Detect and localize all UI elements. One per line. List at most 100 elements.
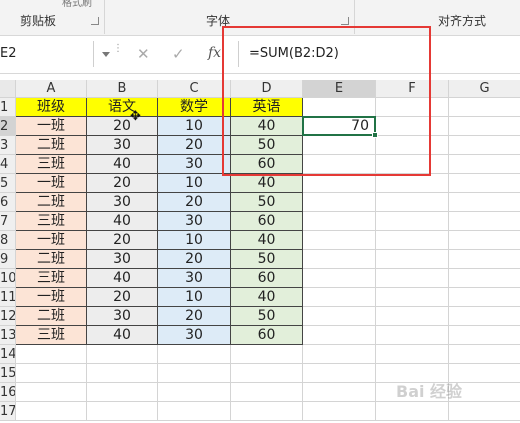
cell-b2[interactable]: 20 bbox=[87, 117, 158, 136]
cell-d10[interactable]: 60 bbox=[231, 269, 303, 288]
cell-d14[interactable] bbox=[231, 345, 303, 364]
cell-b14[interactable] bbox=[87, 345, 158, 364]
cell-g17[interactable] bbox=[449, 402, 520, 421]
row-header-1[interactable]: 1 bbox=[0, 98, 16, 117]
row-header-13[interactable]: 13 bbox=[0, 326, 16, 345]
cell-c8[interactable]: 10 bbox=[158, 231, 231, 250]
cell-g3[interactable] bbox=[449, 136, 520, 155]
cell-c17[interactable] bbox=[158, 402, 231, 421]
cell-a10[interactable]: 三班 bbox=[16, 269, 87, 288]
cell-c13[interactable]: 30 bbox=[158, 326, 231, 345]
cell-f9[interactable] bbox=[376, 250, 449, 269]
cell-a11[interactable]: 一班 bbox=[16, 288, 87, 307]
confirm-icon[interactable]: ✓ bbox=[172, 45, 185, 63]
cell-g11[interactable] bbox=[449, 288, 520, 307]
cell-a16[interactable] bbox=[16, 383, 87, 402]
cell-e15[interactable] bbox=[303, 364, 376, 383]
cell-a14[interactable] bbox=[16, 345, 87, 364]
cell-c15[interactable] bbox=[158, 364, 231, 383]
cell-b7[interactable]: 40 bbox=[87, 212, 158, 231]
column-header-c[interactable]: C bbox=[158, 80, 231, 98]
cell-c9[interactable]: 20 bbox=[158, 250, 231, 269]
cell-a9[interactable]: 二班 bbox=[16, 250, 87, 269]
font-launcher-icon[interactable] bbox=[341, 17, 349, 25]
cell-e9[interactable] bbox=[303, 250, 376, 269]
cell-d5[interactable]: 40 bbox=[231, 174, 303, 193]
row-header-12[interactable]: 12 bbox=[0, 307, 16, 326]
cell-f17[interactable] bbox=[376, 402, 449, 421]
cell-d16[interactable] bbox=[231, 383, 303, 402]
column-header-a[interactable]: A bbox=[16, 80, 87, 98]
cell-b4[interactable]: 40 bbox=[87, 155, 158, 174]
cell-c6[interactable]: 20 bbox=[158, 193, 231, 212]
cell-c5[interactable]: 10 bbox=[158, 174, 231, 193]
cell-e16[interactable] bbox=[303, 383, 376, 402]
cell-d13[interactable]: 60 bbox=[231, 326, 303, 345]
cell-f12[interactable] bbox=[376, 307, 449, 326]
name-box-dropdown-icon[interactable] bbox=[102, 52, 110, 57]
cell-g1[interactable] bbox=[449, 98, 520, 117]
cell-a4[interactable]: 三班 bbox=[16, 155, 87, 174]
cell-e17[interactable] bbox=[303, 402, 376, 421]
cell-c4[interactable]: 30 bbox=[158, 155, 231, 174]
cell-b10[interactable]: 40 bbox=[87, 269, 158, 288]
cell-e13[interactable] bbox=[303, 326, 376, 345]
row-header-16[interactable]: 16 bbox=[0, 383, 16, 402]
cell-g12[interactable] bbox=[449, 307, 520, 326]
name-box[interactable]: E2 bbox=[0, 41, 94, 67]
cell-d12[interactable]: 50 bbox=[231, 307, 303, 326]
row-header-2[interactable]: 2 bbox=[0, 117, 16, 136]
cell-b15[interactable] bbox=[87, 364, 158, 383]
cell-c1[interactable]: 数学 bbox=[158, 98, 231, 117]
select-all-corner[interactable] bbox=[0, 80, 16, 98]
cell-d6[interactable]: 50 bbox=[231, 193, 303, 212]
row-header-4[interactable]: 4 bbox=[0, 155, 16, 174]
row-header-5[interactable]: 5 bbox=[0, 174, 16, 193]
cell-c12[interactable]: 20 bbox=[158, 307, 231, 326]
cell-e11[interactable] bbox=[303, 288, 376, 307]
clipboard-launcher-icon[interactable] bbox=[91, 17, 99, 25]
cell-g2[interactable] bbox=[449, 117, 520, 136]
column-header-g[interactable]: G bbox=[449, 80, 520, 98]
cell-f14[interactable] bbox=[376, 345, 449, 364]
cell-g7[interactable] bbox=[449, 212, 520, 231]
cell-c11[interactable]: 10 bbox=[158, 288, 231, 307]
row-header-11[interactable]: 11 bbox=[0, 288, 16, 307]
cell-g6[interactable] bbox=[449, 193, 520, 212]
cell-b17[interactable] bbox=[87, 402, 158, 421]
cell-a15[interactable] bbox=[16, 364, 87, 383]
format-painter-partial[interactable]: 格式刷 bbox=[54, 0, 94, 9]
cell-f7[interactable] bbox=[376, 212, 449, 231]
row-header-9[interactable]: 9 bbox=[0, 250, 16, 269]
cell-b5[interactable]: 20 bbox=[87, 174, 158, 193]
cell-e10[interactable] bbox=[303, 269, 376, 288]
cell-b11[interactable]: 20 bbox=[87, 288, 158, 307]
cell-b13[interactable]: 40 bbox=[87, 326, 158, 345]
cancel-icon[interactable]: ✕ bbox=[137, 45, 150, 63]
cell-c16[interactable] bbox=[158, 383, 231, 402]
cell-b12[interactable]: 30 bbox=[87, 307, 158, 326]
cell-b16[interactable] bbox=[87, 383, 158, 402]
cell-c7[interactable]: 30 bbox=[158, 212, 231, 231]
row-header-10[interactable]: 10 bbox=[0, 269, 16, 288]
cell-a7[interactable]: 三班 bbox=[16, 212, 87, 231]
cell-b6[interactable]: 30 bbox=[87, 193, 158, 212]
cell-e12[interactable] bbox=[303, 307, 376, 326]
cell-g9[interactable] bbox=[449, 250, 520, 269]
cell-g14[interactable] bbox=[449, 345, 520, 364]
row-header-7[interactable]: 7 bbox=[0, 212, 16, 231]
row-header-14[interactable]: 14 bbox=[0, 345, 16, 364]
cell-f6[interactable] bbox=[376, 193, 449, 212]
cell-b1[interactable]: 语文 bbox=[87, 98, 158, 117]
cell-f13[interactable] bbox=[376, 326, 449, 345]
cell-a5[interactable]: 一班 bbox=[16, 174, 87, 193]
cell-g5[interactable] bbox=[449, 174, 520, 193]
cell-a1[interactable]: 班级 bbox=[16, 98, 87, 117]
cell-d9[interactable]: 50 bbox=[231, 250, 303, 269]
drag-handle-icon[interactable]: ⋮ bbox=[113, 44, 123, 54]
cell-c10[interactable]: 30 bbox=[158, 269, 231, 288]
cell-c2[interactable]: 10 bbox=[158, 117, 231, 136]
cell-f8[interactable] bbox=[376, 231, 449, 250]
cell-a2[interactable]: 一班 bbox=[16, 117, 87, 136]
cell-b9[interactable]: 30 bbox=[87, 250, 158, 269]
